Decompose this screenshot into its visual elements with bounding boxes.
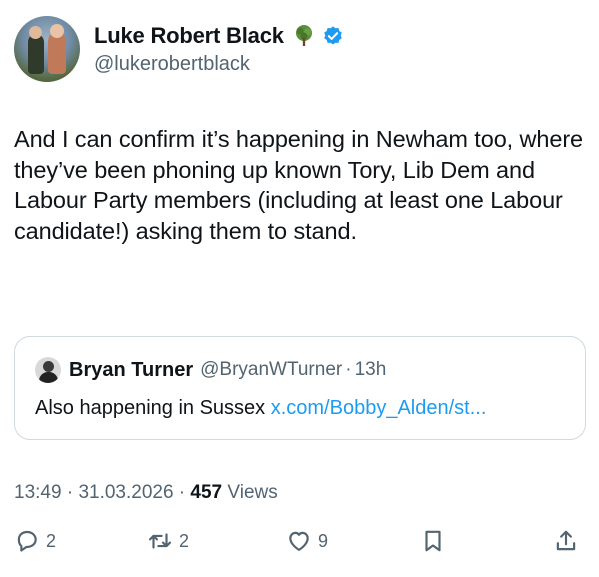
- repost-count: 2: [179, 530, 190, 551]
- share-button[interactable]: [553, 528, 579, 554]
- name-row: Luke Robert Black: [94, 23, 344, 49]
- tweet-time[interactable]: 13:49: [14, 482, 62, 503]
- bookmark-button[interactable]: [420, 528, 446, 554]
- tree-icon: [295, 24, 312, 46]
- quoted-tweet[interactable]: Bryan Turner @BryanWTurner · 13h Also ha…: [14, 336, 586, 440]
- action-bar: 2 2 9: [0, 528, 599, 562]
- author-handle[interactable]: @lukerobertblack: [94, 53, 344, 76]
- reply-icon: [17, 530, 37, 552]
- quoted-author-handle: @BryanWTurner: [200, 359, 343, 380]
- quoted-tweet-header: Bryan Turner @BryanWTurner · 13h: [35, 357, 386, 383]
- share-icon: [556, 530, 576, 551]
- like-button[interactable]: 9: [286, 528, 328, 554]
- repost-icon: [148, 533, 172, 549]
- views-label: Views: [222, 482, 278, 503]
- quoted-link[interactable]: x.com/Bobby_Alden/st...: [271, 397, 487, 419]
- quoted-avatar: [35, 357, 61, 383]
- reply-button[interactable]: 2: [14, 528, 56, 554]
- meta-separator: ·: [173, 482, 191, 503]
- repost-button[interactable]: 2: [147, 528, 189, 554]
- tweet-date[interactable]: 31.03.2026: [78, 482, 173, 503]
- author-info: Luke Robert Black @lukerobertblack: [94, 23, 344, 76]
- tweet-text: And I can confirm it’s happening in Newh…: [14, 126, 584, 244]
- bookmark-icon: [425, 530, 441, 552]
- reply-count: 2: [46, 530, 57, 551]
- meta-separator: ·: [61, 482, 79, 503]
- tweet-meta: 13:49 · 31.03.2026 · 457 Views: [14, 482, 278, 504]
- quoted-text: Also happening in Sussex: [35, 397, 266, 419]
- tweet-header: Luke Robert Black @lukerobertblack: [14, 16, 344, 82]
- avatar[interactable]: [14, 16, 80, 82]
- heart-icon: [289, 531, 309, 551]
- like-count: 9: [318, 530, 329, 551]
- verified-icon: [323, 25, 342, 45]
- quoted-author-name: Bryan Turner: [69, 358, 194, 381]
- quoted-tweet-body: Also happening in Sussex x.com/Bobby_Ald…: [35, 397, 486, 420]
- quoted-separator: ·: [345, 359, 352, 380]
- quoted-timestamp: 13h: [354, 359, 387, 380]
- author-display-name[interactable]: Luke Robert Black: [94, 23, 284, 49]
- views-count: 457: [190, 482, 223, 503]
